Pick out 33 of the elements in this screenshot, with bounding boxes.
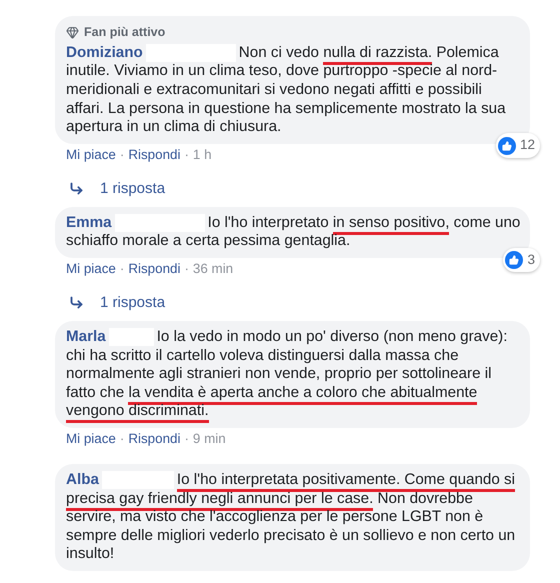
author-link[interactable]: Emma [66,214,112,231]
separator-dot: · [184,430,189,447]
comment-time: 9 min [192,430,226,447]
separator-dot: · [184,146,189,163]
reaction-count: 3 [527,250,535,269]
like-link[interactable]: Mi piace [66,260,116,277]
reaction-count: 12 [520,136,535,154]
like-link[interactable]: Mi piace [66,146,116,163]
reaction-badge[interactable]: 12 [496,133,540,158]
comment-text: Alba Io l'ho interpretata positivamente. Come quando si precisa gay friendly negli annunci per le case. Non dovrebbe servire, ma visto che l'accoglienza per le persone LGBT non è sempre delle migliori vederlo precisato è un sollievo e non certo un insulto! [66,470,516,564]
reply-link[interactable]: Rispondi [128,146,180,163]
reply-link[interactable]: Rispondi [128,260,180,277]
comment-time: 36 min [192,260,234,277]
reply-arrow-icon [69,181,84,196]
diamond-icon [66,26,79,39]
separator-dot: · [184,260,189,277]
author-link[interactable]: Domiziano [66,44,143,61]
replies-link[interactable]: 1 risposta [100,294,166,312]
like-icon [505,250,524,269]
comment-time: 1 h [192,146,212,163]
separator-dot: · [120,146,124,163]
reaction-badge[interactable]: 3 [503,248,540,272]
reply-link[interactable]: Rispondi [128,430,180,447]
author-link[interactable]: Marla [66,328,106,345]
separator-dot: · [120,430,124,447]
replies-link[interactable]: 1 risposta [100,180,166,198]
comment-text: Marla Io la vedo in modo un po' diverso (non meno grave): chi ha scritto il cartello voleva distinguersi dalla massa che normalmente agli stranieri non vende, proprio per sottolineare il fatto che la vendita è aperta anche a coloro che abitualmente vengono discriminati. [66,328,521,421]
author-link[interactable]: Alba [66,470,99,488]
like-link[interactable]: Mi piace [66,430,116,447]
reply-arrow-icon [69,295,84,310]
badge-label: Fan più attivo [84,24,166,41]
like-icon [498,136,516,155]
separator-dot: · [120,260,124,277]
